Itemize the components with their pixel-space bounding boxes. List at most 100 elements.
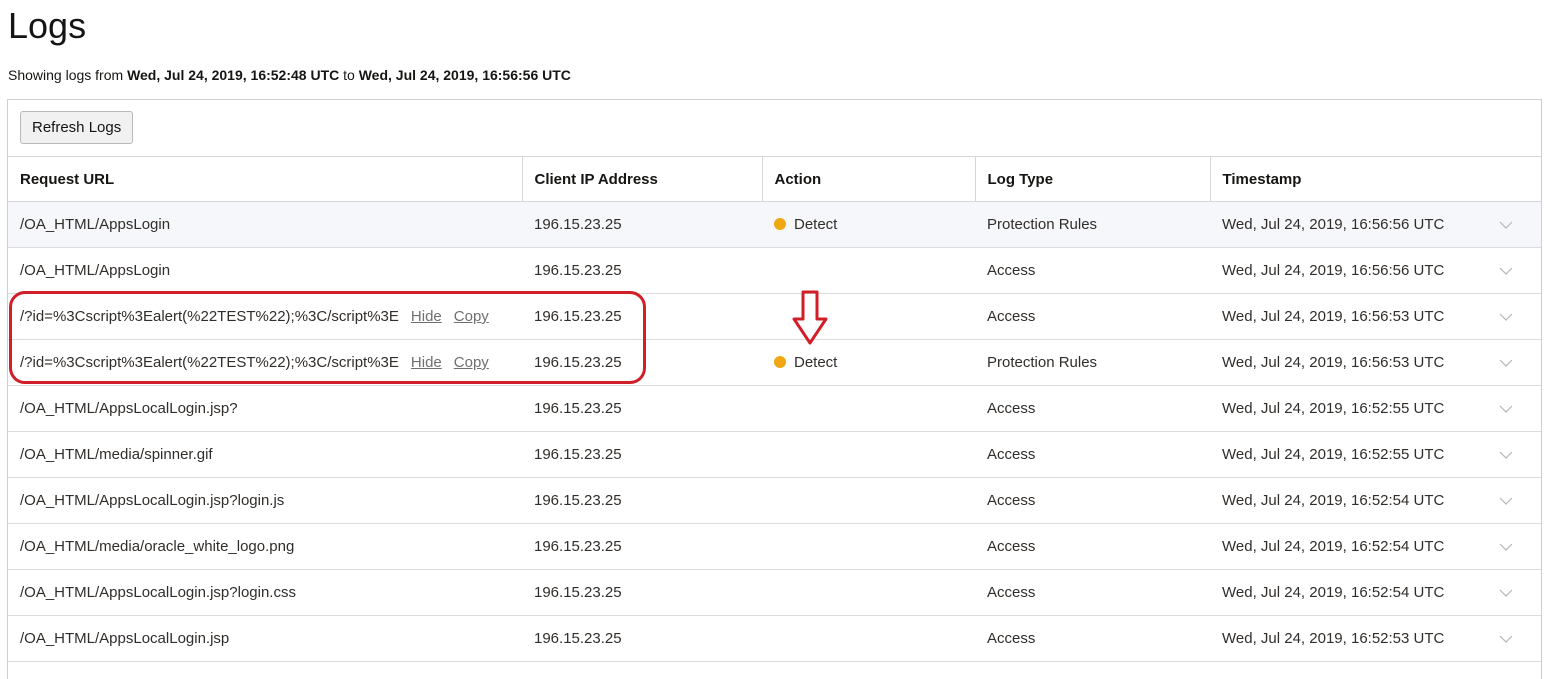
column-header-action[interactable]: Action bbox=[762, 157, 976, 202]
action-cell: Detect bbox=[762, 201, 975, 248]
log-type-cell: Protection Rules bbox=[975, 339, 1210, 386]
request-url-cell: /OA_HTML/AppsLocalLogin.jsp? bbox=[8, 385, 522, 432]
expand-cell bbox=[1487, 523, 1541, 570]
client-ip-cell: 196.15.23.25 bbox=[522, 431, 762, 478]
action-cell bbox=[762, 247, 975, 294]
chevron-down-icon[interactable] bbox=[1499, 313, 1513, 321]
chevron-down-icon[interactable] bbox=[1499, 405, 1513, 413]
expand-cell bbox=[1487, 569, 1541, 616]
column-header-timestamp[interactable]: Timestamp bbox=[1210, 157, 1487, 202]
request-url-cell: /OA_HTML/AppsLocalLogin.jsp?login.js bbox=[8, 477, 522, 524]
log-type-cell: Access bbox=[975, 431, 1210, 478]
expand-cell bbox=[1487, 385, 1541, 432]
timestamp-cell: Wed, Jul 24, 2019, 16:52:55 UTC bbox=[1210, 385, 1487, 432]
request-url: /OA_HTML/AppsLogin bbox=[20, 216, 171, 233]
request-url-cell: /OA_HTML/AppsLogin bbox=[8, 247, 522, 294]
request-url-cell: /OA_HTML/media/oracle_white_logo.png bbox=[8, 523, 522, 570]
hide-link[interactable]: Hide bbox=[411, 308, 442, 325]
log-type-cell: Access bbox=[975, 293, 1210, 340]
log-type-cell: Access bbox=[975, 385, 1210, 432]
range-prefix: Showing logs from bbox=[8, 67, 124, 83]
table-row[interactable]: /OA_HTML/AppsLocalLogin.jsp?login.js 196.… bbox=[8, 477, 1541, 524]
chevron-down-icon[interactable] bbox=[1499, 497, 1513, 505]
request-url: /OA_HTML/media/oracle_white_logo.png bbox=[20, 538, 295, 555]
timestamp-cell: Wed, Jul 24, 2019, 16:52:55 UTC bbox=[1210, 431, 1487, 478]
table-row[interactable]: /?id=%3Cscript%3Ealert(%22TEST%22);%3C/s… bbox=[8, 339, 1541, 386]
request-url: /OA_HTML/AppsLogin bbox=[20, 262, 171, 279]
table-row[interactable]: /OA_HTML/AppsLogin 196.15.23.25 Access Wed,… bbox=[8, 247, 1541, 294]
chevron-down-icon[interactable] bbox=[1499, 451, 1513, 459]
status-dot-icon bbox=[774, 218, 786, 230]
action-cell bbox=[762, 431, 975, 478]
expand-cell bbox=[1487, 247, 1541, 294]
copy-link[interactable]: Copy bbox=[454, 354, 489, 371]
refresh-logs-button[interactable]: Refresh Logs bbox=[20, 111, 134, 144]
timestamp-cell: Wed, Jul 24, 2019, 16:56:53 UTC bbox=[1210, 293, 1487, 340]
request-url: /OA_HTML/media/spinner.gif bbox=[20, 446, 213, 463]
range-start: Wed, Jul 24, 2019, 16:52:48 UTC bbox=[127, 67, 340, 83]
client-ip-cell: 196.15.23.25 bbox=[522, 523, 762, 570]
client-ip-cell: 196.15.23.25 bbox=[522, 569, 762, 616]
action-cell bbox=[762, 477, 975, 524]
client-ip-cell: 196.15.23.25 bbox=[522, 293, 762, 340]
action-cell bbox=[762, 523, 975, 570]
table-header-row: Request URL Client IP Address Action Log… bbox=[8, 157, 1541, 202]
table-row[interactable]: /OA_HTML/AppsLocalLogin.jsp?login.css 196… bbox=[8, 569, 1541, 616]
chevron-down-icon[interactable] bbox=[1499, 267, 1513, 275]
expand-cell bbox=[1487, 477, 1541, 524]
request-url-cell: /?id=%3Cscript%3Ealert(%22TEST%22);%3C/s… bbox=[8, 293, 522, 340]
toolbar: Refresh Logs bbox=[8, 100, 1541, 157]
chevron-down-icon[interactable] bbox=[1499, 635, 1513, 643]
client-ip-cell: 196.15.23.25 bbox=[522, 477, 762, 524]
client-ip-cell: 196.15.23.25 bbox=[522, 339, 762, 386]
table-row[interactable]: /OA_HTML/media/spinner.gif 196.15.23.25 Ac… bbox=[8, 431, 1541, 478]
log-type-cell: Access bbox=[975, 247, 1210, 294]
expand-cell bbox=[1487, 293, 1541, 340]
action-cell bbox=[762, 569, 975, 616]
column-header-expand bbox=[1487, 157, 1541, 202]
expand-cell bbox=[1487, 339, 1541, 386]
request-url: /?id=%3Cscript%3Ealert(%22TEST%22);%3C/s… bbox=[20, 354, 399, 371]
request-url-cell: /OA_HTML/media/spinner.gif bbox=[8, 431, 522, 478]
chevron-down-icon[interactable] bbox=[1499, 589, 1513, 597]
range-mid: to bbox=[343, 67, 355, 83]
hide-link[interactable]: Hide bbox=[411, 354, 442, 371]
table-row[interactable]: /?id=%3Cscript%3Ealert(%22TEST%22);%3C/s… bbox=[8, 293, 1541, 340]
client-ip-cell: 196.15.23.25 bbox=[522, 615, 762, 662]
client-ip-cell: 196.15.23.25 bbox=[522, 247, 762, 294]
table-row[interactable]: /OA_HTML/AppsLocalLogin.jsp? 196.15.23.25… bbox=[8, 385, 1541, 432]
action-cell bbox=[762, 615, 975, 662]
range-end: Wed, Jul 24, 2019, 16:56:56 UTC bbox=[358, 67, 571, 83]
timestamp-cell: Wed, Jul 24, 2019, 16:52:54 UTC bbox=[1210, 477, 1487, 524]
status-dot-icon bbox=[774, 356, 786, 368]
timestamp-cell: Wed, Jul 24, 2019, 16:52:53 UTC bbox=[1210, 615, 1487, 662]
column-header-log-type[interactable]: Log Type bbox=[975, 157, 1211, 202]
table-row[interactable]: /OA_HTML/AppsLocalLogin.jsp 196.15.23.25 A… bbox=[8, 615, 1541, 662]
action-label: Detect bbox=[794, 216, 838, 233]
chevron-down-icon[interactable] bbox=[1499, 359, 1513, 367]
request-url: /OA_HTML/AppsLocalLogin.jsp?login.css bbox=[20, 584, 296, 601]
timestamp-cell: Wed, Jul 24, 2019, 16:56:56 UTC bbox=[1210, 201, 1487, 248]
log-type-cell: Access bbox=[975, 477, 1210, 524]
client-ip-cell: 196.15.23.25 bbox=[522, 201, 762, 248]
client-ip-cell: 196.15.23.25 bbox=[522, 385, 762, 432]
log-type-cell: Protection Rules bbox=[975, 201, 1210, 248]
column-header-client-ip[interactable]: Client IP Address bbox=[522, 157, 763, 202]
logs-table: Request URL Client IP Address Action Log… bbox=[8, 157, 1541, 662]
request-url-cell: /OA_HTML/AppsLogin bbox=[8, 201, 522, 248]
timestamp-cell: Wed, Jul 24, 2019, 16:56:53 UTC bbox=[1210, 339, 1487, 386]
table-row[interactable]: /OA_HTML/media/oracle_white_logo.png 196.… bbox=[8, 523, 1541, 570]
chevron-down-icon[interactable] bbox=[1499, 543, 1513, 551]
request-url: /OA_HTML/AppsLocalLogin.jsp?login.js bbox=[20, 492, 285, 509]
request-url-cell: /?id=%3Cscript%3Ealert(%22TEST%22);%3C/s… bbox=[8, 339, 522, 386]
log-type-cell: Access bbox=[975, 569, 1210, 616]
timestamp-cell: Wed, Jul 24, 2019, 16:52:54 UTC bbox=[1210, 569, 1487, 616]
chevron-down-icon[interactable] bbox=[1499, 221, 1513, 229]
table-row[interactable]: /OA_HTML/AppsLogin 196.15.23.25 Detect Prot… bbox=[8, 201, 1541, 248]
log-type-cell: Access bbox=[975, 523, 1210, 570]
column-header-request-url[interactable]: Request URL bbox=[8, 157, 523, 202]
request-url-cell: /OA_HTML/AppsLocalLogin.jsp bbox=[8, 615, 522, 662]
copy-link[interactable]: Copy bbox=[454, 308, 489, 325]
action-cell bbox=[762, 385, 975, 432]
request-url-cell: /OA_HTML/AppsLocalLogin.jsp?login.css bbox=[8, 569, 522, 616]
